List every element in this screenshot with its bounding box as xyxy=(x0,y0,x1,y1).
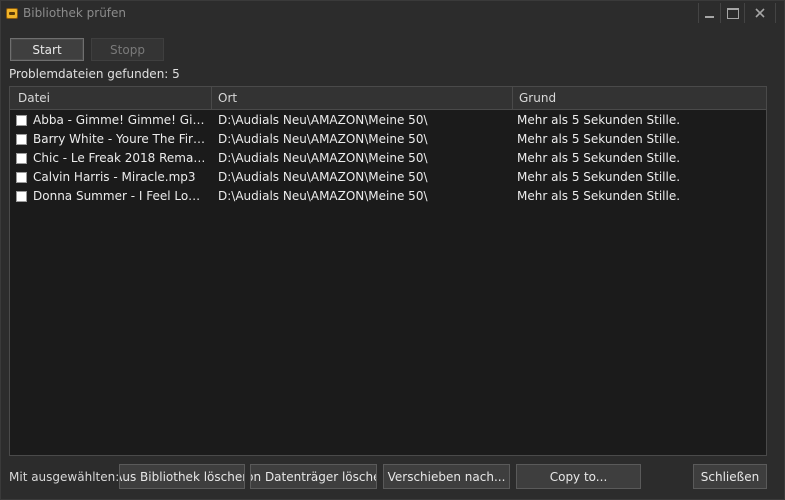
row-checkbox[interactable] xyxy=(16,153,27,164)
stop-button[interactable]: Stopp xyxy=(91,38,164,61)
reason-cell: Mehr als 5 Sekunden Stille. xyxy=(517,170,681,184)
row-checkbox[interactable] xyxy=(16,191,27,202)
maximize-button[interactable] xyxy=(720,3,744,23)
reason-cell: Mehr als 5 Sekunden Stille. xyxy=(517,113,681,127)
row-checkbox[interactable] xyxy=(16,134,27,145)
column-header-location[interactable]: Ort xyxy=(212,87,513,109)
maximize-icon xyxy=(726,7,739,19)
window-title: Bibliothek prüfen xyxy=(23,6,127,20)
close-icon xyxy=(755,8,765,18)
title-bar[interactable]: Bibliothek prüfen xyxy=(1,1,784,27)
problem-count-status: Problemdateien gefunden: 5 xyxy=(9,67,180,81)
close-button[interactable]: Schließen xyxy=(693,464,767,489)
move-to-button[interactable]: Verschieben nach... xyxy=(383,464,510,489)
table-row[interactable]: Calvin Harris - Miracle.mp3 D:\Audials N… xyxy=(10,168,766,187)
table-row[interactable]: Barry White - Youre The First The Last M… xyxy=(10,130,766,149)
row-checkbox[interactable] xyxy=(16,172,27,183)
column-header-file[interactable]: Datei xyxy=(10,87,212,109)
problem-files-table[interactable]: Datei Ort Grund Abba - Gimme! Gimme! Gim… xyxy=(9,86,767,456)
table-header: Datei Ort Grund xyxy=(10,87,766,110)
reason-cell: Mehr als 5 Sekunden Stille. xyxy=(517,151,681,165)
reason-cell: Mehr als 5 Sekunden Stille. xyxy=(517,189,681,203)
file-name-cell: Chic - Le Freak 2018 Remaster.mp3 xyxy=(33,151,207,165)
remove-from-library-button[interactable]: Aus Bibliothek löschen xyxy=(119,464,245,489)
location-cell: D:\Audials Neu\AMAZON\Meine 50\ xyxy=(218,113,428,127)
location-cell: D:\Audials Neu\AMAZON\Meine 50\ xyxy=(218,132,428,146)
library-icon xyxy=(6,8,18,19)
location-cell: D:\Audials Neu\AMAZON\Meine 50\ xyxy=(218,189,428,203)
column-header-reason[interactable]: Grund xyxy=(513,87,766,109)
copy-to-button[interactable]: Copy to... xyxy=(516,464,641,489)
file-name-cell: Donna Summer - I Feel Love.mp3 xyxy=(33,189,207,203)
location-cell: D:\Audials Neu\AMAZON\Meine 50\ xyxy=(218,170,428,184)
row-checkbox[interactable] xyxy=(16,115,27,126)
start-button[interactable]: Start xyxy=(10,38,84,61)
table-row[interactable]: Abba - Gimme! Gimme! Gimme! (A Man After… xyxy=(10,111,766,130)
file-name-cell: Abba - Gimme! Gimme! Gimme! (A Man After… xyxy=(33,113,207,127)
close-window-button[interactable] xyxy=(744,3,776,23)
minimize-icon xyxy=(705,16,714,18)
library-check-window: Bibliothek prüfen Start Stopp Problemdat… xyxy=(0,0,785,500)
reason-cell: Mehr als 5 Sekunden Stille. xyxy=(517,132,681,146)
table-row[interactable]: Chic - Le Freak 2018 Remaster.mp3 D:\Aud… xyxy=(10,149,766,168)
location-cell: D:\Audials Neu\AMAZON\Meine 50\ xyxy=(218,151,428,165)
with-selected-label: Mit ausgewählten: xyxy=(9,470,120,484)
file-name-cell: Barry White - Youre The First The Last M… xyxy=(33,132,207,146)
table-body: Abba - Gimme! Gimme! Gimme! (A Man After… xyxy=(10,111,766,206)
delete-from-disk-button[interactable]: Von Datenträger löschen xyxy=(250,464,377,489)
table-row[interactable]: Donna Summer - I Feel Love.mp3 D:\Audial… xyxy=(10,187,766,206)
minimize-button[interactable] xyxy=(698,3,720,23)
file-name-cell: Calvin Harris - Miracle.mp3 xyxy=(33,170,196,184)
